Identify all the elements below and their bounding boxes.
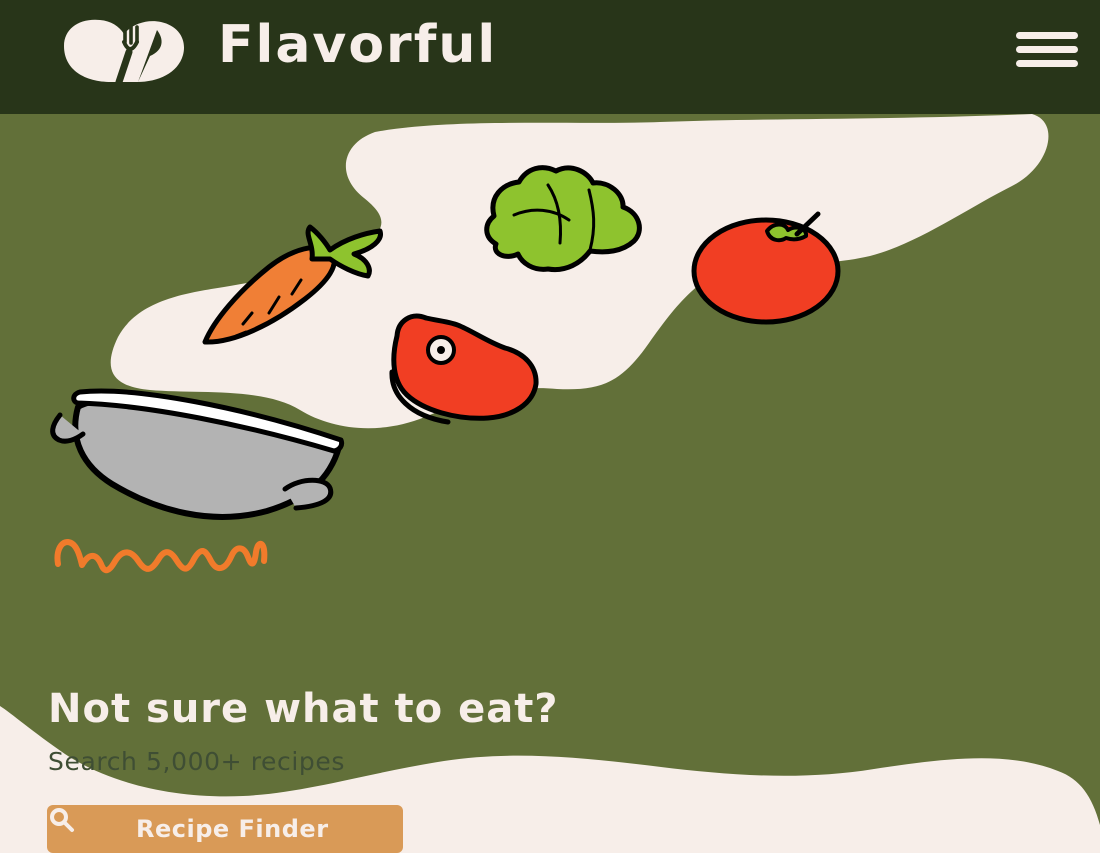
brand-name[interactable]: Flavorful: [218, 10, 497, 80]
recipe-finder-label: Recipe Finder: [136, 815, 329, 843]
search-icon: [50, 808, 74, 832]
menu-line-top: [1016, 32, 1078, 39]
recipe-finder-button[interactable]: Recipe Finder: [47, 805, 403, 853]
hero-headline: Not sure what to eat?: [48, 686, 559, 732]
menu-line-bottom: [1016, 60, 1078, 67]
hamburger-menu-icon[interactable]: [1012, 27, 1080, 71]
menu-line-middle: [1016, 46, 1078, 53]
hero-section: Not sure what to eat? Search 5,000+ reci…: [0, 114, 1100, 853]
cutlery-heart-icon[interactable]: [56, 12, 188, 84]
site-header: Flavorful: [0, 0, 1100, 114]
hero-subheadline: Search 5,000+ recipes: [48, 747, 345, 776]
